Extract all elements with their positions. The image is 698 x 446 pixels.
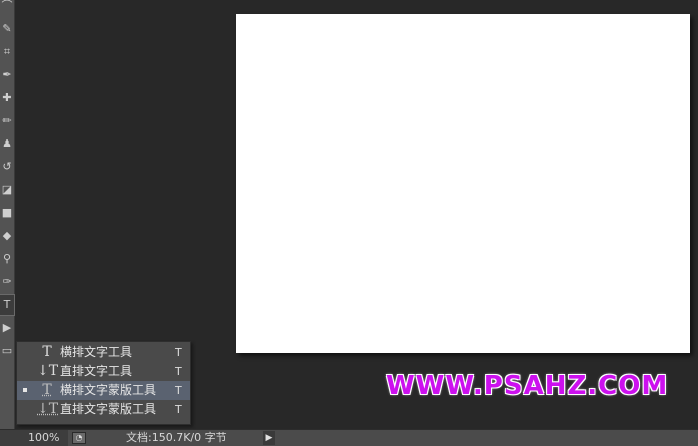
zoom-level[interactable]: 100% xyxy=(0,430,68,446)
healing-brush-tool-icon[interactable]: ✚ xyxy=(0,88,14,108)
status-menu-arrow-icon[interactable]: ▶ xyxy=(263,431,275,445)
document-info: 文档:150.7K/0 字节 xyxy=(126,431,227,444)
selected-bullet-icon xyxy=(23,388,27,392)
menu-item-label: 直排文字蒙版工具 xyxy=(60,402,157,416)
type-tool-icon[interactable]: T xyxy=(0,294,15,316)
menu-item-vertical-type-mask-tool[interactable]: ↓T 直排文字蒙版工具 T xyxy=(17,400,190,419)
vertical-type-mask-icon: ↓T xyxy=(37,401,59,417)
type-tool-flyout-menu: T 横排文字工具 T ↓T 直排文字工具 T T 横排文字蒙版工具 T ↓T 直… xyxy=(16,341,191,425)
crop-tool-icon[interactable]: ⌗ xyxy=(0,42,14,62)
status-info-icon[interactable]: ◔ xyxy=(72,432,86,444)
vertical-type-icon: ↓T xyxy=(37,363,59,379)
blur-tool-icon[interactable]: ◆ xyxy=(0,226,14,246)
tools-panel: ⌒ ✎ ⌗ ✒ ✚ ✏ ♟ ↺ ◪ ■ ◆ ⚲ ✑ T ▶ ▭ xyxy=(0,0,15,429)
gradient-tool-icon[interactable]: ■ xyxy=(0,203,14,223)
menu-item-vertical-type-tool[interactable]: ↓T 直排文字工具 T xyxy=(17,362,190,381)
quick-select-tool-icon[interactable]: ✎ xyxy=(0,19,14,39)
clone-stamp-tool-icon[interactable]: ♟ xyxy=(0,134,14,154)
shortcut-key: T xyxy=(175,365,182,378)
menu-item-horizontal-type-mask-tool[interactable]: T 横排文字蒙版工具 T xyxy=(17,381,190,400)
brush-tool-icon[interactable]: ✏ xyxy=(0,111,14,131)
path-select-tool-icon[interactable]: ▶ xyxy=(0,318,14,338)
pen-tool-icon[interactable]: ✑ xyxy=(0,272,14,292)
eraser-tool-icon[interactable]: ◪ xyxy=(0,180,14,200)
lasso-tool-icon[interactable]: ⌒ xyxy=(0,0,14,16)
horizontal-type-mask-icon: T xyxy=(42,382,52,398)
history-brush-tool-icon[interactable]: ↺ xyxy=(0,157,14,177)
menu-item-horizontal-type-tool[interactable]: T 横排文字工具 T xyxy=(17,343,190,362)
shortcut-key: T xyxy=(175,403,182,416)
dodge-tool-icon[interactable]: ⚲ xyxy=(0,249,14,269)
shape-tool-icon[interactable]: ▭ xyxy=(0,341,14,361)
menu-item-label: 横排文字工具 xyxy=(60,345,133,359)
horizontal-type-icon: T xyxy=(42,344,52,360)
menu-item-label: 横排文字蒙版工具 xyxy=(60,383,157,397)
shortcut-key: T xyxy=(175,346,182,359)
status-bar: 100% ◔ 文档:150.7K/0 字节 ▶ xyxy=(0,429,698,446)
eyedropper-tool-icon[interactable]: ✒ xyxy=(0,65,14,85)
menu-item-label: 直排文字工具 xyxy=(60,364,133,378)
watermark-text: WWW.PSAHZ.COM xyxy=(386,371,669,401)
document-canvas[interactable] xyxy=(236,14,690,353)
shortcut-key: T xyxy=(175,384,182,397)
